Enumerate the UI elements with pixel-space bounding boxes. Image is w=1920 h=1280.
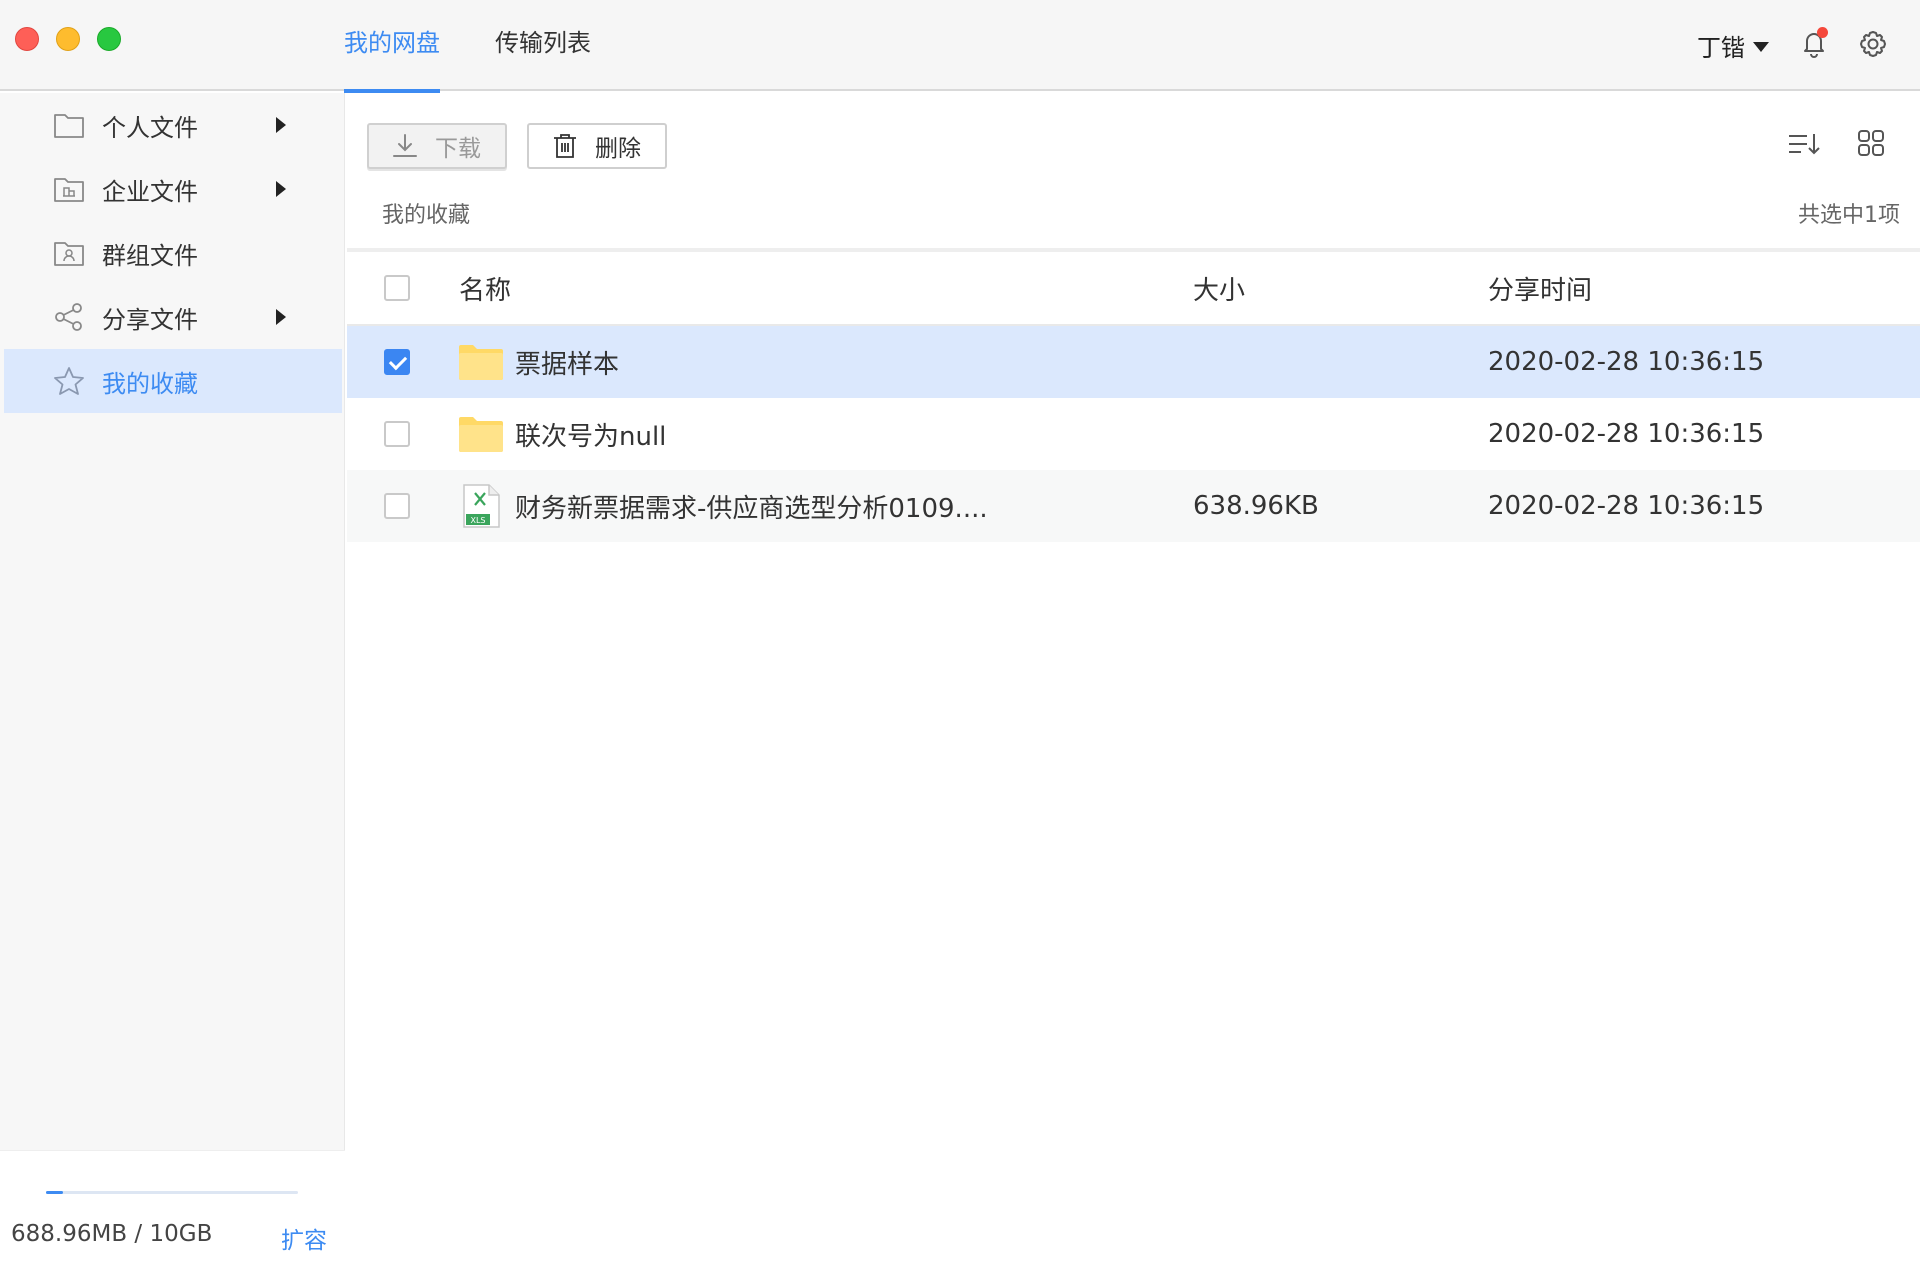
user-name: 丁锴: [1697, 34, 1745, 62]
row-checkbox[interactable]: [384, 349, 410, 375]
chevron-right-icon[interactable]: [276, 181, 286, 197]
tab-my-drive[interactable]: 我的网盘: [344, 0, 440, 93]
sidebar-item-label: 我的收藏: [102, 369, 198, 398]
download-button[interactable]: 下载: [367, 123, 507, 169]
sidebar-item-label: 分享文件: [102, 305, 198, 334]
chevron-right-icon[interactable]: [276, 309, 286, 325]
close-window-button[interactable]: [15, 27, 39, 51]
share-time: 2020-02-28 10:36:15: [1488, 491, 1765, 521]
row-checkbox[interactable]: [384, 493, 410, 519]
file-table: 名称 大小 分享时间 票据样本 2020-02-28 10:36:15 联次号为…: [347, 248, 1920, 542]
share-time: 2020-02-28 10:36:15: [1488, 419, 1765, 449]
chevron-right-icon[interactable]: [276, 117, 286, 133]
file-name-cell: XLS 财务新票据需求-供应商选型分析0109....: [459, 484, 988, 528]
header-size[interactable]: 大小: [1193, 270, 1245, 307]
sort-button[interactable]: [1787, 129, 1821, 159]
file-name-cell: 联次号为null: [459, 414, 666, 454]
header-name[interactable]: 名称: [459, 270, 511, 307]
minimize-window-button[interactable]: [56, 27, 80, 51]
tab-transfer-list[interactable]: 传输列表: [495, 0, 591, 91]
storage-panel: 688.96MB / 10GB 扩容: [0, 1150, 345, 1280]
sidebar-item-group-files[interactable]: 群组文件: [4, 221, 342, 285]
settings-button[interactable]: [1858, 29, 1888, 59]
download-label: 下载: [435, 136, 481, 162]
file-name-cell: 票据样本: [459, 342, 619, 382]
share-icon: [52, 300, 86, 334]
delete-button[interactable]: 删除: [527, 123, 667, 169]
storage-used: 688.96MB: [11, 1221, 128, 1247]
main-content: 下载 删除 我的收藏 共选中1项 名称 大小 分享时间 票据样本 2020-02…: [347, 93, 1920, 1280]
notification-button[interactable]: [1798, 27, 1830, 59]
share-time: 2020-02-28 10:36:15: [1488, 347, 1765, 377]
file-name: 票据样本: [515, 349, 620, 380]
breadcrumb: 我的收藏: [382, 203, 471, 228]
sidebar-nav: 个人文件 企业文件 群组文件 分享文件 我的收藏: [4, 93, 342, 413]
gear-icon: [1860, 31, 1886, 57]
file-name: 联次号为null: [515, 421, 667, 452]
grid-icon: [1858, 130, 1884, 156]
storage-progress-bar: [46, 1191, 298, 1194]
storage-total: 10GB: [149, 1221, 213, 1247]
header-share-time[interactable]: 分享时间: [1488, 270, 1592, 307]
maximize-window-button[interactable]: [97, 27, 121, 51]
notification-dot: [1817, 27, 1828, 38]
row-checkbox[interactable]: [384, 421, 410, 447]
app-window: 我的网盘 传输列表 丁锴 个人文件 企业文件 群组文件 分享文件 我的收藏 68…: [0, 0, 1920, 1280]
storage-progress-fill: [46, 1191, 63, 1194]
enterprise-folder-icon: [52, 172, 86, 206]
folder-icon: [459, 414, 503, 454]
group-folder-icon: [52, 236, 86, 270]
star-icon: [52, 364, 86, 398]
caret-down-icon: [1753, 41, 1769, 52]
download-icon: [391, 132, 419, 160]
folder-icon: [459, 342, 503, 382]
sidebar-item-label: 个人文件: [102, 113, 198, 142]
user-menu[interactable]: 丁锴: [1697, 28, 1769, 63]
file-size: 638.96KB: [1193, 491, 1319, 521]
window-controls: [15, 27, 121, 51]
delete-label: 删除: [595, 136, 641, 162]
sort-icon: [1789, 134, 1820, 155]
sidebar-item-shared-files[interactable]: 分享文件: [4, 285, 342, 349]
table-row[interactable]: 票据样本 2020-02-28 10:36:15: [347, 326, 1920, 398]
trash-icon: [551, 132, 579, 160]
expand-storage-link[interactable]: 扩容: [281, 1221, 327, 1255]
sidebar-item-personal-files[interactable]: 个人文件: [4, 93, 342, 157]
grid-view-button[interactable]: [1857, 129, 1885, 157]
table-row[interactable]: 联次号为null 2020-02-28 10:36:15: [347, 398, 1920, 470]
file-name: 财务新票据需求-供应商选型分析0109....: [515, 493, 988, 524]
table-row[interactable]: XLS 财务新票据需求-供应商选型分析0109.... 638.96KB 202…: [347, 470, 1920, 542]
storage-separator: /: [134, 1221, 143, 1247]
selection-count: 共选中1项: [1798, 203, 1900, 228]
sidebar-item-favorites[interactable]: 我的收藏: [4, 349, 342, 413]
storage-usage: 688.96MB / 10GB: [11, 1221, 212, 1247]
select-all-checkbox[interactable]: [384, 275, 410, 301]
table-header: 名称 大小 分享时间: [347, 252, 1920, 326]
sidebar-item-enterprise-files[interactable]: 企业文件: [4, 157, 342, 221]
folder-icon: [52, 108, 86, 142]
xls-file-icon: XLS: [459, 484, 503, 528]
sidebar-item-label: 群组文件: [102, 241, 198, 270]
sidebar: 个人文件 企业文件 群组文件 分享文件 我的收藏 688.96MB / 10GB…: [0, 93, 345, 1280]
svg-text:XLS: XLS: [470, 516, 485, 525]
main-tabs: 我的网盘 传输列表: [344, 0, 591, 93]
title-bar: 我的网盘 传输列表 丁锴: [0, 0, 1920, 93]
sidebar-item-label: 企业文件: [102, 177, 198, 206]
